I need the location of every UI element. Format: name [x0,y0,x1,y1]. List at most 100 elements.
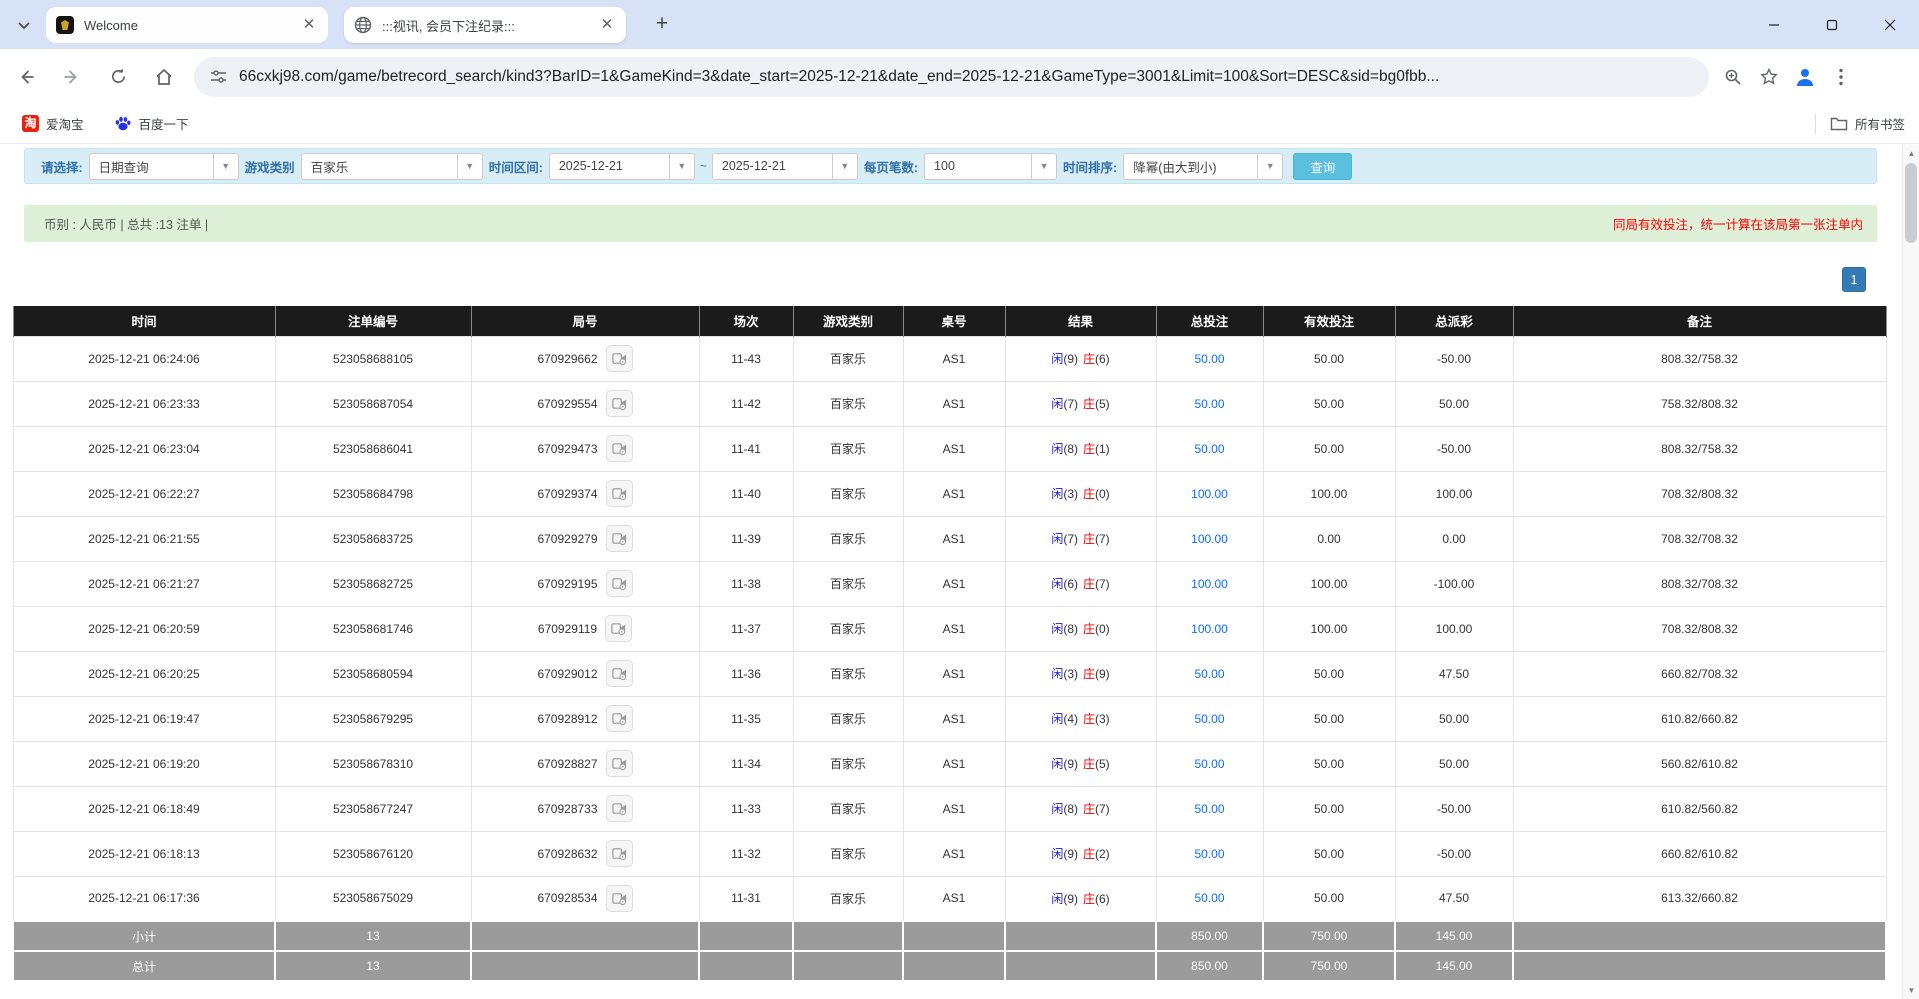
video-replay-icon[interactable] [606,750,633,777]
chevron-down-icon: ▼ [213,154,238,179]
video-replay-icon[interactable] [606,390,633,417]
cell-remark: 610.82/560.82 [1513,786,1886,831]
cell-total-bet[interactable]: 50.00 [1156,426,1263,471]
result-banker-label: 庄 [1083,667,1095,681]
zoom-search-icon[interactable] [1715,59,1751,95]
url-bar[interactable]: 66cxkj98.com/game/betrecord_search/kind3… [194,57,1709,97]
cell-result: 闲(9)庄(5) [1005,741,1156,786]
forward-icon[interactable] [52,57,92,97]
page-size-select[interactable]: 100 ▼ [924,153,1057,180]
footer-label: 小计 [13,921,275,951]
result-player-label: 闲 [1051,847,1063,861]
site-controls-icon[interactable] [210,68,227,85]
profile-avatar-icon[interactable] [1787,59,1823,95]
cell-game-type: 百家乐 [793,561,903,606]
table-row: 2025-12-21 06:19:47523058679295670928912… [13,696,1886,741]
cell-result: 闲(4)庄(3) [1005,696,1156,741]
tab-welcome[interactable]: Welcome ✕ [46,7,328,43]
bookmark-baidu[interactable]: 百度一下 [106,110,197,137]
result-player-score: (7) [1063,397,1078,411]
cell-total-bet[interactable]: 50.00 [1156,381,1263,426]
cell-total-bet[interactable]: 100.00 [1156,516,1263,561]
tab-title: :::视讯, 会员下注纪录::: [382,16,590,35]
video-replay-icon[interactable] [606,480,633,507]
sort-select[interactable]: 降幂(由大到小) ▼ [1123,153,1283,180]
cell-total-bet[interactable]: 100.00 [1156,561,1263,606]
query-button[interactable]: 查询 [1293,153,1352,180]
video-replay-icon[interactable] [606,885,633,912]
video-replay-icon[interactable] [606,795,633,822]
table-row: 2025-12-21 06:23:33523058687054670929554… [13,381,1886,426]
date-end-value: 2025-12-21 [713,154,832,179]
vertical-scrollbar[interactable]: ▲ ▼ [1902,145,1919,999]
video-replay-icon[interactable] [605,615,632,642]
cell-total-bet[interactable]: 50.00 [1156,831,1263,876]
close-window-icon[interactable] [1861,0,1919,49]
cell-round: 670929119 [471,606,699,651]
bookmark-label: 百度一下 [139,114,189,133]
summary-bar: 币别 : 人民币 | 总共 :13 注单 | 同局有效投注，统一计算在该局第一张… [24,205,1877,242]
cell-table-no: AS1 [903,336,1005,381]
cell-bet-id: 523058681746 [275,606,471,651]
footer-empty-cell [699,951,793,981]
home-icon[interactable] [144,57,184,97]
cell-total-bet[interactable]: 50.00 [1156,786,1263,831]
cell-time: 2025-12-21 06:23:33 [13,381,275,426]
bookmark-star-icon[interactable] [1751,59,1787,95]
video-replay-icon[interactable] [606,705,633,732]
folder-icon [1830,116,1848,131]
bookmark-taobao[interactable]: 淘 爱淘宝 [14,110,92,137]
new-tab-button[interactable]: + [648,11,676,39]
scroll-up-icon[interactable]: ▲ [1903,145,1919,162]
video-replay-icon[interactable] [606,840,633,867]
cell-remark: 560.82/610.82 [1513,741,1886,786]
globe-favicon [354,16,372,34]
date-start-select[interactable]: 2025-12-21 ▼ [549,153,695,180]
cell-total-bet[interactable]: 50.00 [1156,876,1263,921]
tab-betrecord-active[interactable]: :::视讯, 会员下注纪录::: ✕ [344,7,626,43]
cell-game-type: 百家乐 [793,876,903,921]
cell-total-bet[interactable]: 100.00 [1156,471,1263,516]
footer-empty-cell [1513,951,1886,981]
video-replay-icon[interactable] [606,435,633,462]
total-bet-link: 50.00 [1194,397,1224,411]
tab-close-icon[interactable]: ✕ [300,16,318,34]
date-start-value: 2025-12-21 [550,154,669,179]
scroll-down-icon[interactable]: ▼ [1903,982,1919,999]
total-bet-link: 100.00 [1191,532,1228,546]
tab-search-chevron-icon[interactable] [10,12,38,40]
cell-bet-id: 523058678310 [275,741,471,786]
cell-total-bet[interactable]: 100.00 [1156,606,1263,651]
table-row: 2025-12-21 06:22:27523058684798670929374… [13,471,1886,516]
cell-total-bet[interactable]: 50.00 [1156,336,1263,381]
reload-icon[interactable] [98,57,138,97]
scrollbar-thumb[interactable] [1905,163,1917,243]
welcome-favicon [56,16,74,34]
result-player-label: 闲 [1051,802,1063,816]
round-number: 670929554 [537,397,597,411]
video-replay-icon[interactable] [606,570,633,597]
toolbar-right [1715,59,1859,95]
date-end-select[interactable]: 2025-12-21 ▼ [712,153,858,180]
video-replay-icon[interactable] [606,525,633,552]
minimize-icon[interactable] [1745,0,1803,49]
tab-close-icon[interactable]: ✕ [598,16,616,34]
query-mode-select[interactable]: 日期查询 ▼ [89,153,239,180]
cell-total-bet[interactable]: 50.00 [1156,696,1263,741]
cell-total-bet[interactable]: 50.00 [1156,741,1263,786]
result-banker-score: (3) [1095,712,1110,726]
back-icon[interactable] [6,57,46,97]
video-replay-icon[interactable] [606,345,633,372]
video-replay-icon[interactable] [606,660,633,687]
all-bookmarks[interactable]: 所有书签 [1815,114,1905,134]
cell-valid-bet: 100.00 [1263,561,1395,606]
kebab-menu-icon[interactable] [1823,59,1859,95]
pagination-page-1[interactable]: 1 [1842,267,1866,292]
cell-total-bet[interactable]: 50.00 [1156,651,1263,696]
cell-session: 11-38 [699,561,793,606]
cell-result: 闲(8)庄(1) [1005,426,1156,471]
maximize-icon[interactable] [1803,0,1861,49]
cell-session: 11-40 [699,471,793,516]
game-type-select[interactable]: 百家乐 ▼ [301,153,483,180]
result-player-score: (3) [1063,667,1078,681]
